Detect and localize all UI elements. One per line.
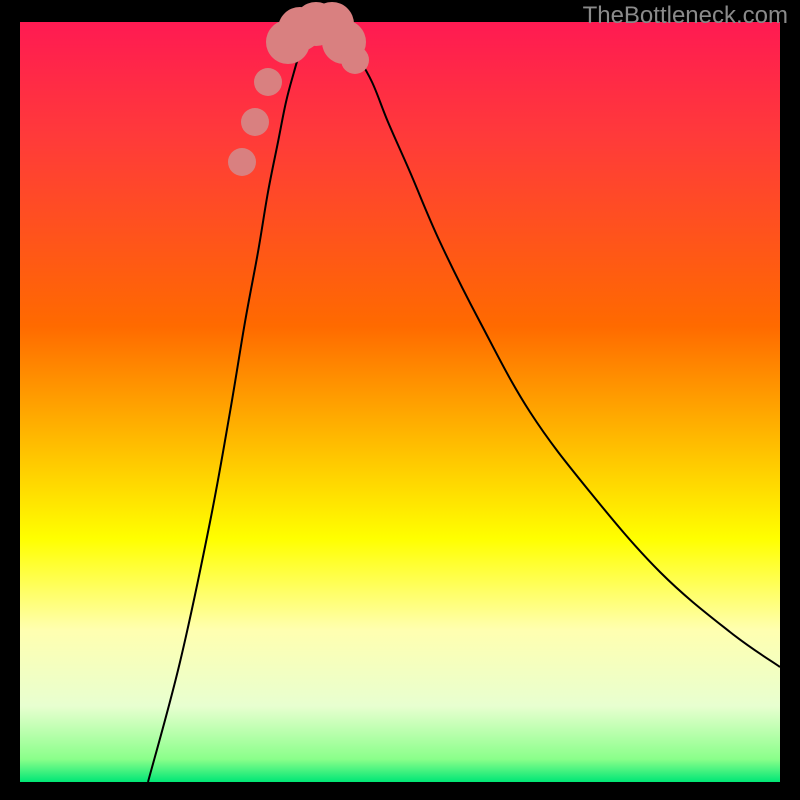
watermark-text: TheBottleneck.com [583,2,788,30]
chart-svg [0,0,800,800]
curve-marker [341,46,369,74]
curve-marker [254,68,282,96]
chart-container: TheBottleneck.com [0,0,800,800]
plot-background [20,22,780,782]
curve-marker [228,148,256,176]
curve-marker [241,108,269,136]
